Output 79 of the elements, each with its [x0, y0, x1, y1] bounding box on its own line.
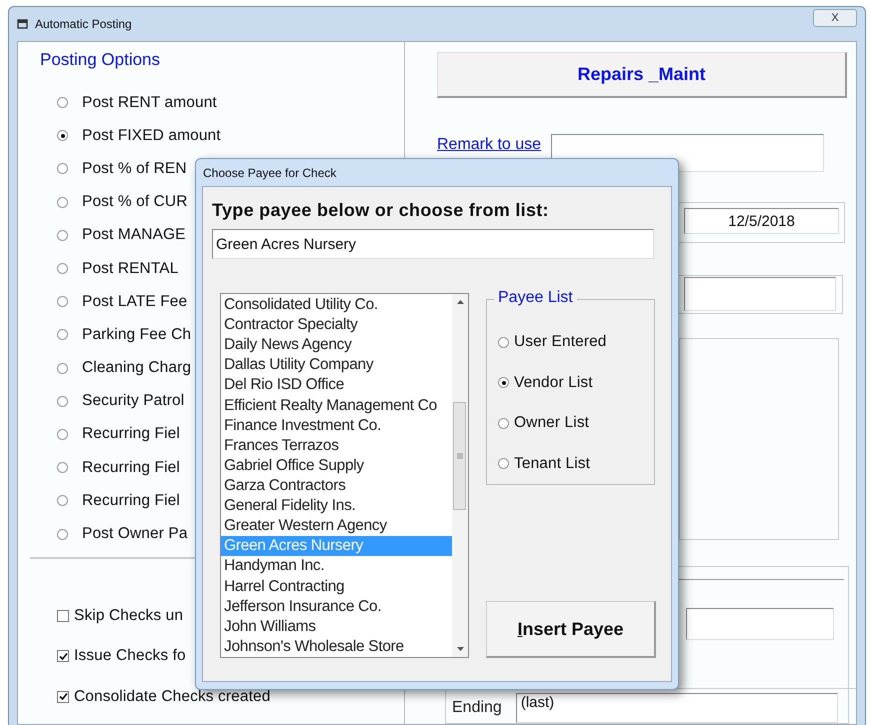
checkbox-label: Consolidate Checks created	[74, 688, 270, 706]
option-label: Post RENT amount	[82, 94, 217, 112]
payee-item[interactable]: Efficient Realty Management Co	[221, 396, 452, 416]
radio-button[interactable]	[57, 362, 68, 374]
checkbox[interactable]	[57, 610, 69, 622]
radio-button[interactable]	[57, 296, 68, 308]
payee-item[interactable]: Gabriel Office Supply	[221, 456, 452, 476]
text-field[interactable]	[686, 608, 834, 640]
radio-button[interactable]	[57, 196, 68, 208]
option-label: Recurring Fiel	[82, 458, 180, 477]
payee-list[interactable]	[220, 293, 469, 658]
radio-button[interactable]	[57, 428, 68, 440]
payee-item[interactable]: Finance Investment Co.	[221, 416, 452, 436]
close-button[interactable]: X	[813, 9, 857, 27]
option-label: Tenant List	[514, 454, 590, 473]
insert-payee-button[interactable]: Insert Payee	[486, 601, 656, 658]
radio-button[interactable]	[498, 377, 509, 388]
option-label: Parking Fee Ch	[82, 326, 192, 344]
scroll-up-icon[interactable]	[456, 300, 464, 304]
radio-button[interactable]	[57, 329, 68, 340]
payee-item[interactable]: Daily News Agency	[221, 335, 452, 356]
option-label: Recurring Fiel	[82, 492, 180, 510]
ending-field[interactable]: (last)	[516, 693, 838, 723]
option-label: Post MANAGE	[82, 226, 186, 244]
radio-button[interactable]	[57, 263, 68, 274]
checkbox[interactable]	[57, 690, 69, 703]
payee-item[interactable]: Del Rio ISD Office	[221, 375, 452, 396]
remark-label: Remark to use	[437, 136, 542, 154]
payee-item[interactable]: Dallas Utility Company	[221, 355, 452, 376]
group-title: Payee List	[494, 289, 577, 307]
ending-label: Ending	[452, 699, 502, 717]
payee-item[interactable]: Contractor Specialty	[221, 315, 452, 336]
dialog-title: Choose Payee for Check	[202, 165, 338, 182]
window-title: Automatic Posting	[35, 17, 133, 31]
radio-button[interactable]	[57, 230, 68, 241]
option-label: Owner List	[514, 414, 590, 432]
radio-button[interactable]	[57, 97, 68, 108]
section-title: Posting Options	[40, 50, 162, 70]
option-label: User Entered	[514, 333, 607, 352]
payee-field[interactable]: Green Acres Nursery	[212, 229, 654, 259]
option-label: Post Owner Pa	[82, 525, 188, 544]
radio-button[interactable]	[498, 336, 509, 348]
radio-button[interactable]	[57, 462, 68, 474]
window-icon	[17, 18, 29, 30]
payee-item[interactable]: Greater Western Agency	[221, 516, 452, 536]
checkbox[interactable]	[57, 650, 69, 662]
checkbox-label: Issue Checks fo	[74, 647, 186, 666]
radio-button[interactable]	[57, 528, 68, 540]
radio-button[interactable]	[57, 130, 68, 142]
option-label: Cleaning Charg	[82, 359, 192, 378]
payee-item[interactable]: Frances Terrazos	[221, 436, 452, 456]
radio-button[interactable]	[57, 396, 68, 407]
checkbox-label: Skip Checks un	[74, 606, 184, 625]
option-label: Post % of CUR	[82, 193, 188, 212]
radio-button[interactable]	[498, 418, 509, 429]
text-field[interactable]	[684, 277, 836, 312]
scroll-down-icon[interactable]	[456, 647, 464, 651]
account-button[interactable]: Repairs _Maint	[437, 52, 847, 98]
payee-item[interactable]: Johnson's Wholesale Store	[221, 636, 452, 657]
option-label: Post LATE Fee	[82, 292, 188, 311]
payee-item[interactable]: Garza Contractors	[221, 476, 452, 496]
scrollbar-thumb[interactable]	[453, 402, 466, 510]
radio-button[interactable]	[498, 458, 509, 470]
option-label: Recurring Fiel	[82, 425, 180, 444]
option-label: Security Patrol	[82, 392, 184, 410]
payee-item[interactable]: Consolidated Utility Co.	[221, 295, 452, 316]
payee-item[interactable]: Harrel Contracting	[221, 576, 452, 597]
option-label: Post FIXED amount	[82, 126, 221, 145]
date-field[interactable]: 12/5/2018	[684, 208, 839, 234]
radio-button[interactable]	[57, 495, 68, 506]
dialog-heading: Type payee below or choose from list:	[212, 200, 550, 221]
payee-item[interactable]: General Fidelity Ins.	[221, 496, 452, 516]
payee-item[interactable]: John Williams	[221, 616, 452, 637]
payee-item[interactable]: Jefferson Insurance Co.	[221, 596, 452, 617]
option-label: Post RENTAL	[82, 260, 178, 278]
option-label: Vendor List	[514, 374, 593, 392]
radio-button[interactable]	[57, 163, 68, 174]
option-label: Post % of REN	[82, 160, 187, 178]
payee-item[interactable]: Handyman Inc.	[221, 556, 452, 577]
